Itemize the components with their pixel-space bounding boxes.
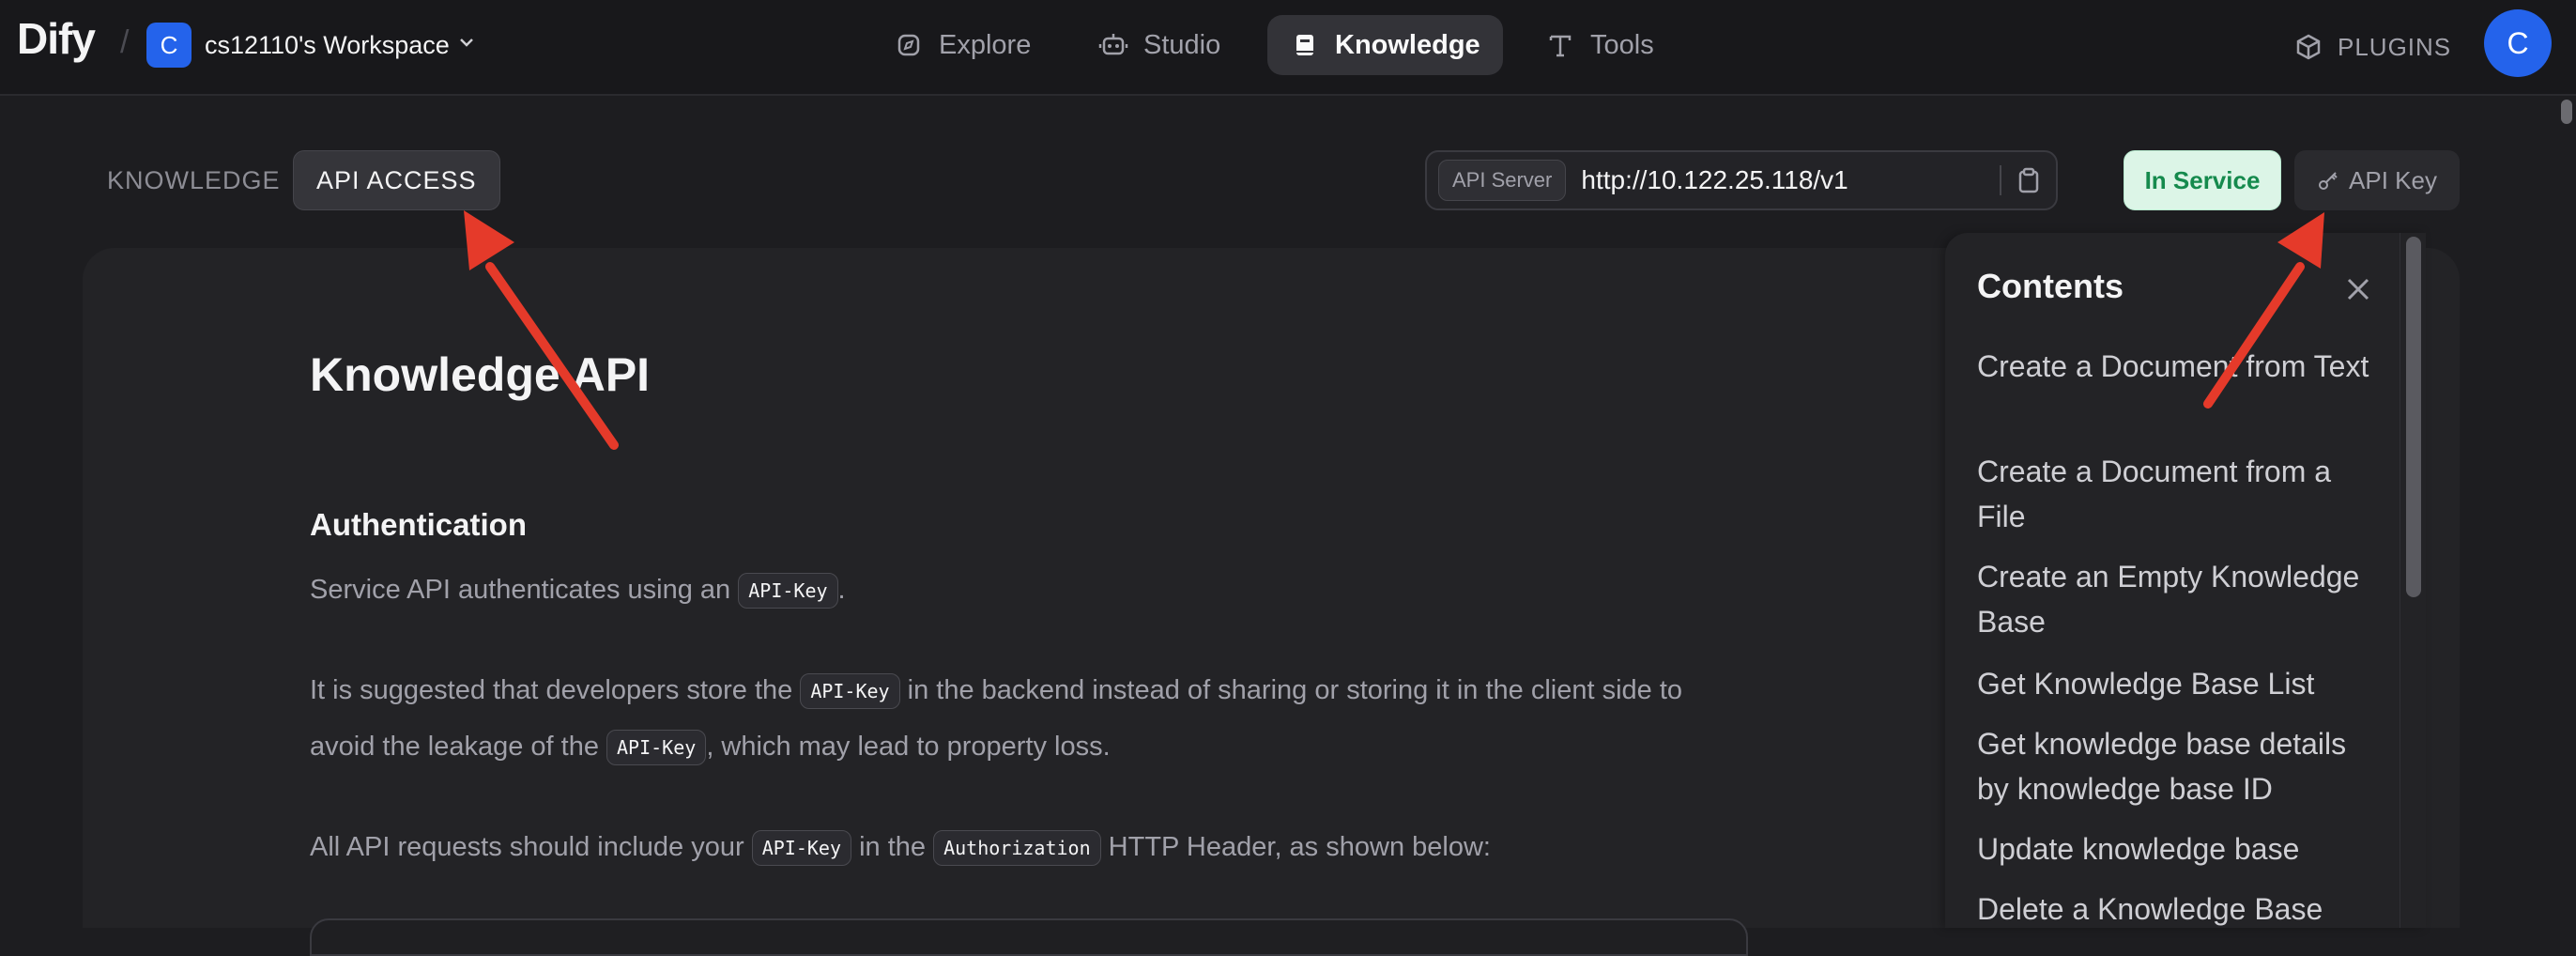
cube-icon: [2294, 33, 2323, 61]
api-key-button[interactable]: API Key: [2294, 150, 2460, 210]
code-block: [310, 918, 1748, 956]
robot-icon: [1098, 30, 1128, 60]
nav-explore[interactable]: Explore: [871, 15, 1053, 75]
inline-code: API-Key: [738, 573, 838, 609]
toc-item[interactable]: Get knowledge base details by knowledge …: [1977, 721, 2381, 811]
tools-icon: [1545, 30, 1575, 60]
nav-knowledge-label: Knowledge: [1335, 29, 1480, 60]
doc-paragraph: All API requests should include your API…: [310, 820, 1491, 874]
copy-icon[interactable]: [2001, 166, 2056, 194]
doc-text: in the backend instead of sharing or sto…: [899, 675, 1683, 705]
toc-item[interactable]: Create a Document from a File: [1977, 449, 2381, 539]
doc-text: avoid the leakage of the: [310, 732, 607, 762]
doc-text: .: [837, 575, 846, 605]
api-server-url[interactable]: http://10.122.25.118/v1: [1581, 165, 2000, 195]
plugins-button[interactable]: PLUGINS: [2294, 28, 2451, 66]
doc-text: HTTP Header, as shown below:: [1100, 832, 1491, 862]
user-avatar[interactable]: C: [2484, 9, 2552, 77]
workspace-avatar: C: [146, 23, 192, 68]
tab-api-access[interactable]: API ACCESS: [293, 150, 500, 210]
top-navbar: Dify / C cs12110's Workspace Explore Stu…: [0, 0, 2576, 96]
toc-item[interactable]: Delete a Knowledge Base: [1977, 887, 2381, 932]
doc-text: It is suggested that developers store th…: [310, 675, 801, 705]
workspace-switcher[interactable]: C cs12110's Workspace: [146, 22, 476, 69]
dify-logo[interactable]: Dify: [17, 13, 96, 64]
nav-tools-label: Tools: [1590, 29, 1654, 60]
contents-scrollbar-thumb[interactable]: [2406, 237, 2421, 597]
api-key-label: API Key: [2349, 165, 2437, 194]
api-server-tag: API Server: [1438, 160, 1567, 201]
toc-item[interactable]: Create a Document from Text: [1977, 344, 2381, 389]
plugins-label: PLUGINS: [2338, 32, 2452, 61]
doc-section-heading: Authentication: [310, 507, 527, 542]
contents-scrollbar[interactable]: [2400, 233, 2426, 928]
page-scrollbar-thumb[interactable]: [2561, 100, 2572, 124]
inline-code: API-Key: [606, 730, 707, 766]
api-server-field: API Server http://10.122.25.118/v1: [1425, 150, 2058, 210]
nav-tools[interactable]: Tools: [1523, 15, 1677, 75]
key-icon: [2317, 169, 2339, 192]
nav-studio[interactable]: Studio: [1076, 15, 1243, 75]
nav-studio-label: Studio: [1143, 29, 1221, 60]
contents-title: Contents: [1977, 267, 2124, 305]
doc-paragraph: Service API authenticates using an API-K…: [310, 563, 846, 617]
close-icon[interactable]: [2343, 274, 2373, 304]
toc-item[interactable]: Create an Empty Knowledge Base: [1977, 554, 2381, 644]
service-status-badge: In Service: [2124, 150, 2281, 210]
workspace-name: cs12110's Workspace: [205, 30, 450, 59]
nav-explore-label: Explore: [939, 29, 1032, 60]
inline-code: Authorization: [933, 830, 1101, 867]
doc-paragraph: It is suggested that developers store th…: [310, 663, 1682, 717]
page-scrollbar[interactable]: [2557, 96, 2576, 928]
doc-paragraph: avoid the leakage of the API-Key, which …: [310, 719, 1111, 774]
doc-text: , which may lead to property loss.: [706, 732, 1111, 762]
breadcrumb-separator: /: [120, 24, 130, 60]
doc-text: in the: [851, 832, 934, 862]
doc-text: All API requests should include your: [310, 832, 752, 862]
book-icon: [1290, 30, 1320, 60]
toc-item[interactable]: Update knowledge base: [1977, 826, 2381, 871]
tab-knowledge[interactable]: KNOWLEDGE: [90, 146, 298, 214]
chevron-down-icon: [457, 33, 476, 57]
inline-code: API-Key: [751, 830, 852, 867]
doc-title: Knowledge API: [310, 348, 651, 401]
inline-code: API-Key: [800, 673, 900, 710]
compass-icon: [894, 30, 924, 60]
contents-panel: Contents Create a Document from Text Cre…: [1945, 233, 2426, 928]
toc-item[interactable]: Get Knowledge Base List: [1977, 661, 2381, 706]
nav-knowledge[interactable]: Knowledge: [1267, 15, 1503, 75]
doc-text: Service API authenticates using an: [310, 575, 739, 605]
